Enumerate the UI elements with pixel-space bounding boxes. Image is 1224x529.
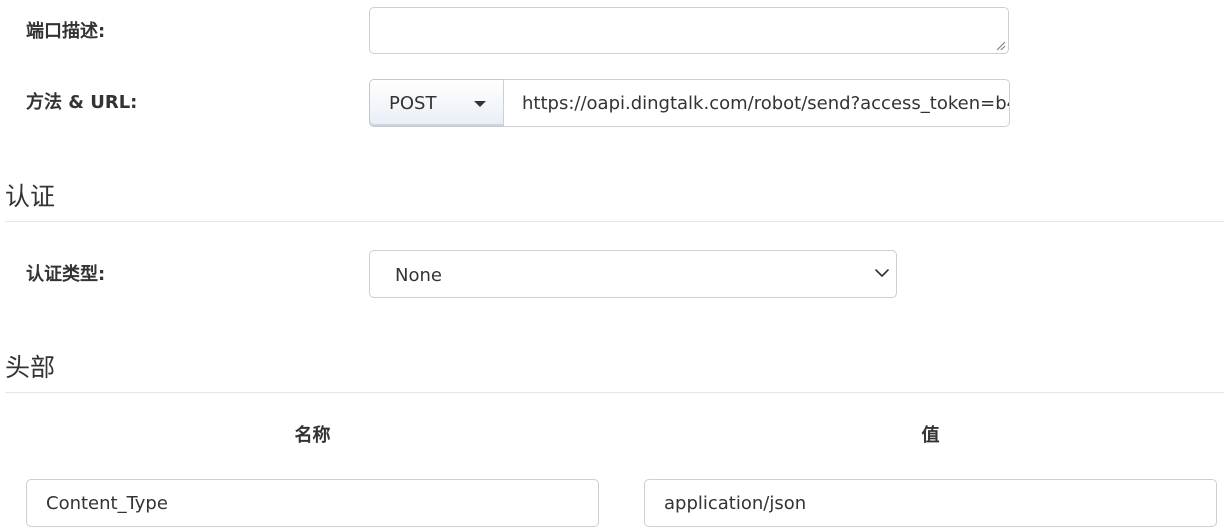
headers-section-title: 头部 — [5, 353, 56, 382]
header-value-input[interactable]: application/json — [644, 479, 1217, 527]
url-value: https://oapi.dingtalk.com/robot/send?acc… — [522, 93, 1010, 114]
method-dropdown-button[interactable]: POST — [369, 79, 504, 127]
port-description-label: 端口描述: — [26, 21, 106, 42]
method-url-group: POST https://oapi.dingtalk.com/robot/sen… — [369, 79, 1010, 127]
auth-section-title: 认证 — [5, 182, 56, 211]
header-name-input[interactable]: Content_Type — [26, 479, 599, 527]
url-input[interactable]: https://oapi.dingtalk.com/robot/send?acc… — [503, 79, 1010, 127]
auth-type-select[interactable]: None — [369, 250, 897, 298]
header-name-value: Content_Type — [46, 493, 168, 514]
caret-down-icon — [474, 101, 486, 107]
headers-section-divider — [5, 392, 1224, 393]
auth-type-label: 认证类型: — [26, 264, 106, 285]
header-name-column: 名称 — [294, 425, 331, 446]
auth-type-value: None — [395, 265, 442, 286]
port-description-textarea[interactable] — [369, 7, 1009, 54]
chevron-down-icon — [875, 269, 889, 277]
resize-handle-icon[interactable] — [995, 40, 1006, 51]
method-url-label: 方法 & URL: — [26, 92, 138, 113]
method-value: POST — [389, 93, 437, 114]
header-value-value: application/json — [664, 493, 807, 514]
auth-section-divider — [5, 221, 1224, 222]
header-value-column: 值 — [921, 425, 940, 446]
